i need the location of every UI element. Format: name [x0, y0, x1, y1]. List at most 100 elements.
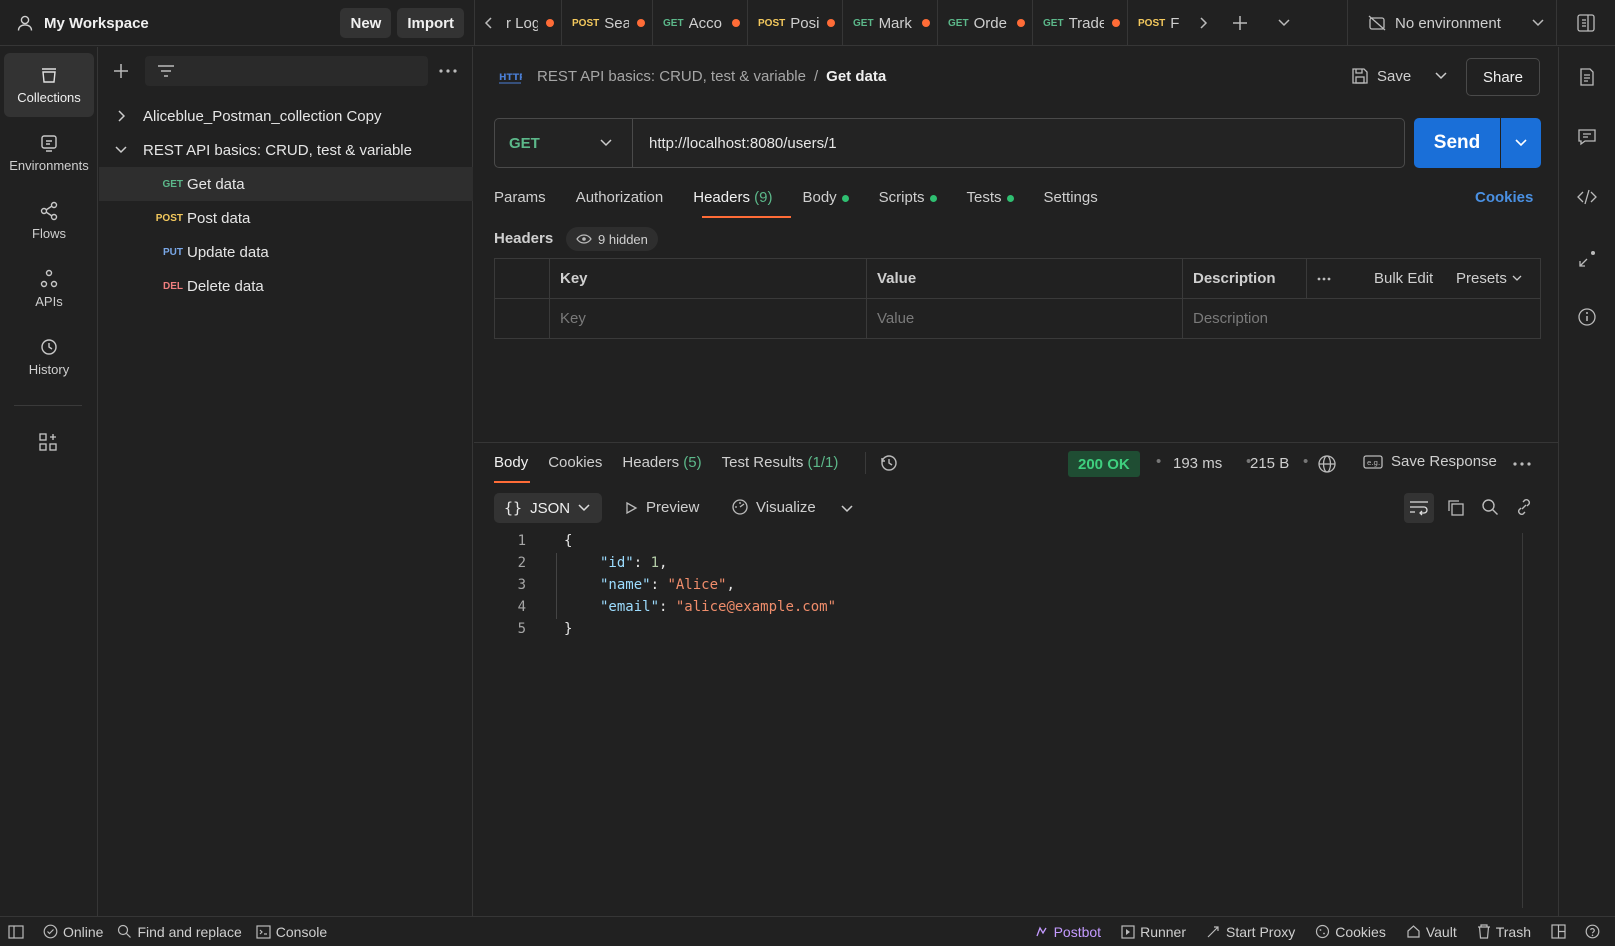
runner-button[interactable]: Runner: [1121, 924, 1186, 940]
send-options-button[interactable]: [1501, 118, 1541, 168]
method-select[interactable]: GET: [495, 119, 633, 167]
visualize-chevron-down-icon[interactable]: [841, 505, 853, 513]
environment-selector[interactable]: No environment: [1347, 0, 1557, 46]
response-divider[interactable]: [474, 442, 1558, 443]
no-environment-icon: [1368, 15, 1386, 31]
request-tab[interactable]: POST F: [1128, 0, 1188, 46]
url-input[interactable]: http://localhost:8080/users/1: [649, 119, 837, 167]
wrap-lines-button[interactable]: [1404, 493, 1434, 523]
tab-body[interactable]: Body: [802, 189, 849, 213]
layout-icon[interactable]: [1551, 924, 1571, 939]
console-button[interactable]: Console: [256, 924, 327, 940]
rail-collections[interactable]: Collections: [4, 53, 94, 117]
request-tab[interactable]: r Log: [502, 0, 562, 46]
response-time[interactable]: 193 ms: [1173, 455, 1222, 472]
visualize-button[interactable]: Visualize: [731, 498, 816, 516]
comments-icon[interactable]: [1577, 127, 1597, 147]
tab-settings[interactable]: Settings: [1044, 189, 1098, 213]
new-tab-icon[interactable]: [1218, 15, 1262, 31]
viewer-scrollbar[interactable]: [1522, 533, 1523, 908]
link-icon[interactable]: [1515, 498, 1533, 516]
tabs-scroll-right-icon[interactable]: [1188, 16, 1218, 30]
workspace-settings-icon[interactable]: [1576, 13, 1596, 33]
response-tab-test-results[interactable]: Test Results (1/1): [722, 454, 839, 471]
wrap-lines-icon: [1409, 500, 1429, 516]
tabs-menu-chevron-down-icon[interactable]: [1262, 19, 1306, 27]
rail-apis[interactable]: APIs: [4, 257, 94, 321]
request-tab[interactable]: GET Mark: [843, 0, 938, 46]
request-item-update-data[interactable]: PUT Update data: [99, 235, 473, 269]
save-response-button[interactable]: e.g. Save Response: [1363, 453, 1497, 470]
code-icon[interactable]: [1577, 187, 1597, 207]
add-collection-icon[interactable]: [113, 63, 129, 79]
collection-item[interactable]: REST API basics: CRUD, test & variable: [99, 133, 473, 167]
response-tab-headers[interactable]: Headers (5): [622, 454, 701, 471]
tab-scripts[interactable]: Scripts: [879, 189, 937, 213]
breadcrumb-collection[interactable]: REST API basics: CRUD, test & variable: [537, 68, 806, 85]
tab-params[interactable]: Params: [494, 189, 546, 213]
request-tab[interactable]: POST Sea: [562, 0, 653, 46]
format-select[interactable]: {} JSON: [494, 493, 602, 523]
toggle-sidebar-icon[interactable]: [8, 924, 29, 939]
response-history-icon[interactable]: [879, 453, 899, 473]
tabs-scroll-left-icon[interactable]: [476, 16, 502, 30]
globe-icon[interactable]: [1317, 454, 1337, 474]
find-replace-button[interactable]: Find and replace: [117, 924, 242, 940]
rail-history[interactable]: History: [4, 325, 94, 389]
share-button[interactable]: Share: [1466, 58, 1540, 96]
copy-icon[interactable]: [1447, 499, 1465, 517]
start-proxy-button[interactable]: Start Proxy: [1206, 924, 1295, 940]
response-tab-body[interactable]: Body: [494, 454, 528, 471]
tab-headers[interactable]: Headers (9): [693, 189, 772, 213]
workspace-title[interactable]: My Workspace: [44, 15, 149, 32]
request-item-delete-data[interactable]: DEL Delete data: [99, 269, 473, 303]
preview-button[interactable]: Preview: [624, 499, 699, 516]
request-tab[interactable]: GET Orde: [938, 0, 1033, 46]
response-tab-cookies[interactable]: Cookies: [548, 454, 602, 471]
info-icon[interactable]: [1577, 307, 1597, 327]
key-input[interactable]: Key: [549, 298, 867, 339]
send-button[interactable]: Send: [1414, 118, 1500, 168]
tab-authorization[interactable]: Authorization: [576, 189, 664, 213]
description-input[interactable]: Description: [1182, 298, 1541, 339]
chevron-down-icon[interactable]: [99, 146, 143, 154]
rail-flows[interactable]: Flows: [4, 189, 94, 253]
table-more-icon[interactable]: [1317, 277, 1331, 281]
trash-button[interactable]: Trash: [1477, 924, 1531, 940]
import-button[interactable]: Import: [397, 8, 464, 38]
tab-tests[interactable]: Tests: [967, 189, 1014, 213]
chevron-right-icon[interactable]: [99, 110, 143, 122]
request-title[interactable]: Get data: [826, 68, 886, 85]
bulk-edit-button[interactable]: Bulk Edit: [1374, 270, 1433, 287]
new-button[interactable]: New: [340, 8, 392, 38]
request-tab[interactable]: GET Trade: [1033, 0, 1128, 46]
response-size[interactable]: 215 B: [1250, 455, 1289, 472]
user-icon[interactable]: [16, 14, 34, 32]
save-button[interactable]: Save: [1351, 57, 1411, 95]
hidden-headers-toggle[interactable]: 9 hidden: [566, 227, 658, 251]
request-tab[interactable]: GET Acco: [653, 0, 748, 46]
status-badge[interactable]: 200 OK: [1068, 451, 1140, 477]
rail-environments[interactable]: Environments: [4, 121, 94, 185]
cookies-button[interactable]: Cookies: [1315, 924, 1386, 940]
response-body-viewer[interactable]: 1 2 3 4 5 { "id": 1, "name": "Alice", "e…: [474, 531, 1524, 911]
save-options-chevron-down-icon[interactable]: [1435, 72, 1447, 80]
presets-dropdown[interactable]: Presets: [1456, 270, 1522, 287]
search-icon[interactable]: [1481, 498, 1499, 516]
vault-button[interactable]: Vault: [1406, 924, 1457, 940]
collection-item[interactable]: Aliceblue_Postman_collection Copy: [99, 99, 473, 133]
request-item-post-data[interactable]: POST Post data: [99, 201, 473, 235]
related-collections-icon[interactable]: [1577, 247, 1599, 269]
cookies-link[interactable]: Cookies: [1475, 189, 1533, 206]
response-more-icon[interactable]: [1513, 462, 1531, 466]
filter-input[interactable]: [145, 56, 428, 86]
online-status[interactable]: Online: [43, 924, 103, 940]
value-input[interactable]: Value: [866, 298, 1183, 339]
add-apps-icon[interactable]: [38, 432, 58, 452]
help-icon[interactable]: [1585, 924, 1605, 939]
request-item-get-data[interactable]: GET Get data: [99, 167, 473, 201]
more-options-icon[interactable]: [439, 69, 457, 73]
request-tab[interactable]: POST Posi: [748, 0, 843, 46]
postbot-button[interactable]: Postbot: [1034, 924, 1101, 940]
documentation-icon[interactable]: [1577, 67, 1597, 87]
